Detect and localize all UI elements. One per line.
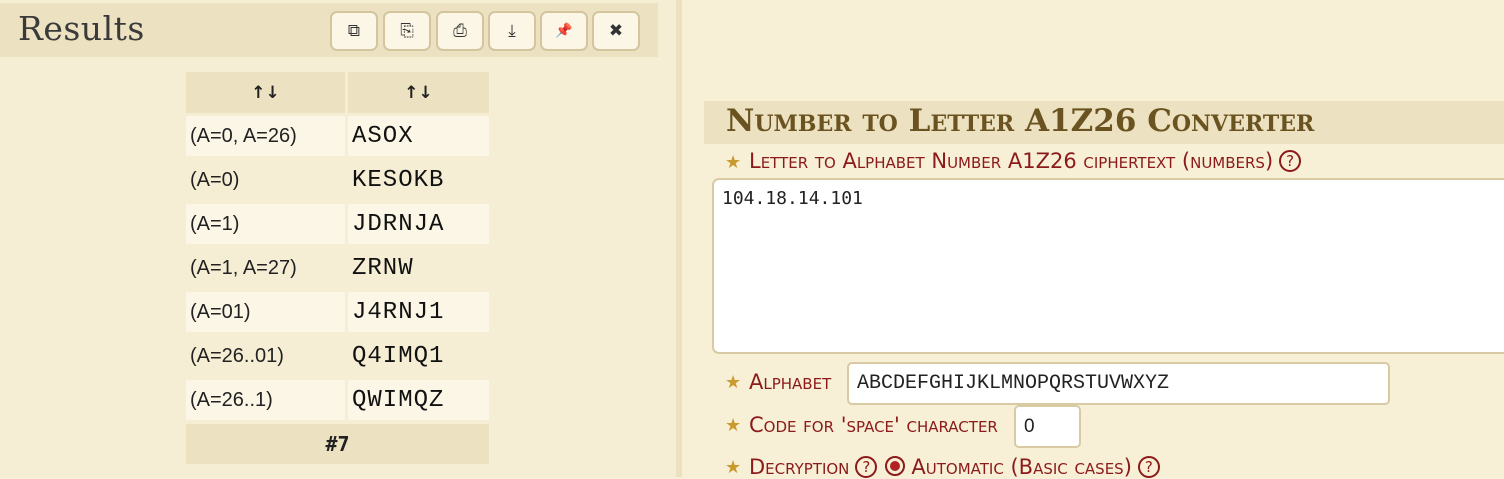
results-table: ↑↓ ↑↓ (A=0, A=26) ASOX (A=0) KESOKB (A=1… [186,72,489,464]
row-mode: (A=0, A=26) [186,116,345,156]
row-mode: (A=0) [190,168,240,191]
row-text: QWIMQZ [348,380,489,420]
download-icon: ⤓ [508,21,516,41]
close-icon: ✖ [608,21,624,41]
results-title: Results [18,9,145,48]
copy-button[interactable]: ⧉ [330,11,378,51]
converter-header: Number to Letter A1Z26 Converter [704,101,1504,144]
decryption-label: Decryption? Automatic (Basic cases)? [749,455,1160,479]
decryption-label-text: Decryption [749,455,850,479]
share-icon: ⎘ [400,21,414,41]
print-button[interactable]: ⎙ [436,11,484,51]
alphabet-input[interactable] [847,362,1390,405]
export-button[interactable]: ⎘ [383,11,431,51]
space-code-input[interactable] [1014,405,1081,448]
row-text: Q4IMQ1 [352,342,445,370]
alphabet-label: Alphabet [749,370,832,394]
help-icon[interactable]: ? [855,456,878,478]
row-mode: (A=01) [186,292,345,332]
results-header: Results ⧉ ⎘ ⎙ ⤓ 📌 ✖ [0,3,658,57]
result-count: #7 [186,424,489,464]
ciphertext-label-text: Letter to Alphabet Number A1Z26 cipherte… [749,149,1274,173]
star-icon: ★ [725,457,742,477]
pane-divider[interactable] [676,0,682,477]
page-title: Number to Letter A1Z26 Converter [726,103,1315,139]
sort-icon: ↑↓ [404,82,433,103]
pin-icon: 📌 [555,23,573,39]
help-icon[interactable]: ? [1279,150,1302,172]
results-panel: Results ⧉ ⎘ ⎙ ⤓ 📌 ✖ ↑↓ ↑↓ (A=0, A=26) AS… [0,0,680,477]
ciphertext-input[interactable]: 104.18.14.101 [712,178,1504,354]
star-icon: ★ [725,415,742,435]
star-icon: ★ [725,372,742,392]
row-mode: (A=26..01) [190,344,284,367]
pin-button[interactable]: 📌 [540,11,588,51]
row-text: J4RNJ1 [348,292,489,332]
ciphertext-label: Letter to Alphabet Number A1Z26 cipherte… [749,149,1302,173]
print-icon: ⎙ [453,21,467,41]
close-button[interactable]: ✖ [592,11,640,51]
copy-icon: ⧉ [347,21,361,41]
row-text: JDRNJA [348,204,489,244]
row-mode: (A=1, A=27) [190,256,297,279]
download-button[interactable]: ⤓ [488,11,536,51]
star-icon: ★ [725,152,742,172]
sort-icon: ↑↓ [251,82,280,103]
row-text: ASOX [348,116,489,156]
row-text: KESOKB [352,166,445,194]
decryption-option-label: Automatic (Basic cases) [911,455,1132,479]
space-code-label: Code for 'space' character [749,413,998,437]
help-icon[interactable]: ? [1137,456,1160,478]
radio-automatic[interactable] [885,456,906,476]
row-mode: (A=26..1) [186,380,345,420]
row-text: ZRNW [352,254,414,282]
row-mode: (A=1) [186,204,345,244]
sort-column-mode[interactable]: ↑↓ [186,72,345,113]
sort-column-text[interactable]: ↑↓ [348,72,489,113]
